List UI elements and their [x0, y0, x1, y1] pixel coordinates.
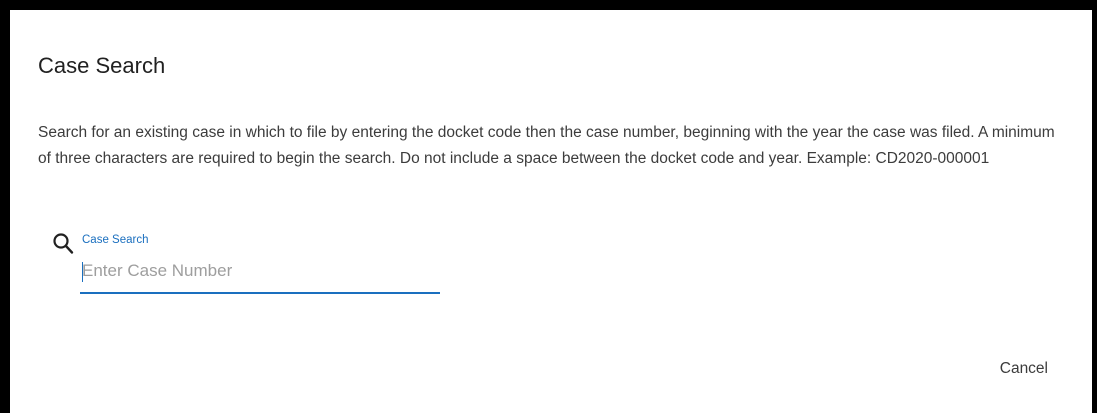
dialog-title: Case Search [38, 53, 166, 78]
dialog-description: Search for an existing case in which to … [38, 124, 1055, 167]
case-search-label: Case Search [82, 234, 149, 246]
case-search-dialog: Case Search Search for an existing case … [10, 10, 1092, 413]
window-frame: Case Search Search for an existing case … [0, 0, 1097, 413]
search-icon [53, 233, 74, 254]
case-search-input[interactable] [80, 256, 442, 286]
case-search-field: Case Search [80, 234, 442, 298]
cancel-button[interactable]: Cancel [1000, 356, 1048, 382]
case-search-underline [80, 292, 440, 294]
